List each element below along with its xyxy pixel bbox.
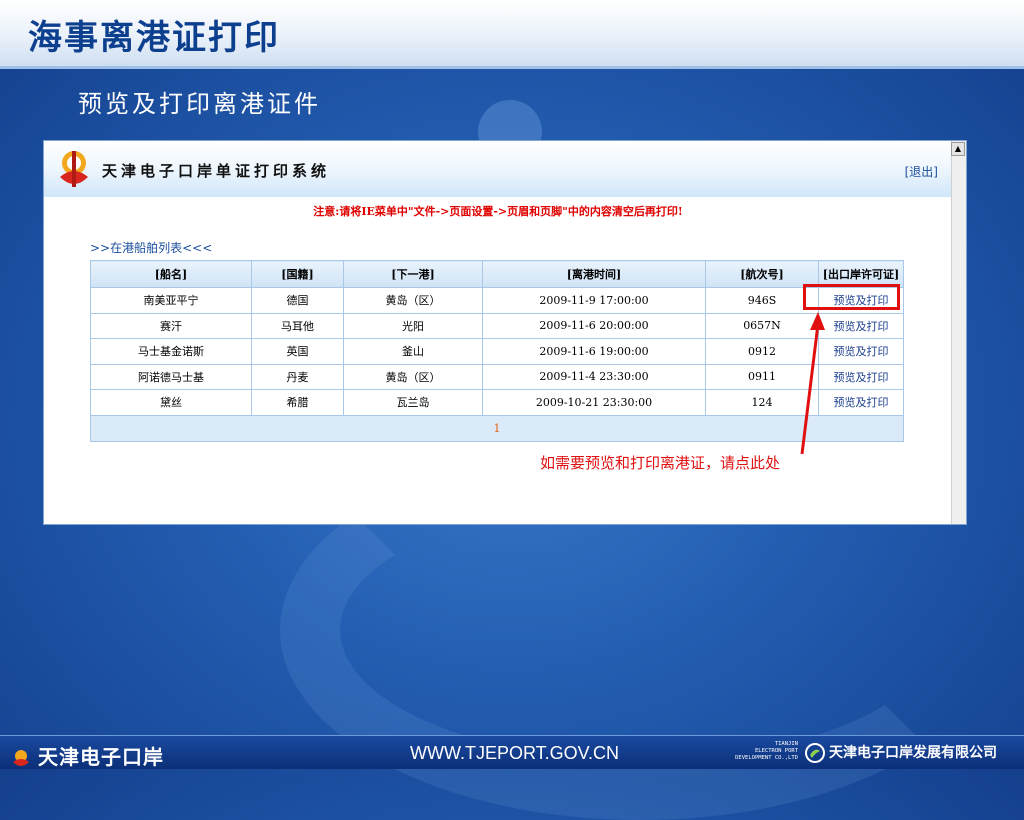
table-header-row: [船名] [国籍] [下一港] [离港时间] [航次号] [出口岸许可证] (90, 260, 904, 288)
tianjin-eport-logo-icon (60, 151, 88, 187)
footer-brand: 天津电子口岸 (10, 741, 164, 770)
cell-permit: 预览及打印 (818, 312, 904, 339)
cell-nationality: 马耳他 (251, 312, 344, 339)
table-row: 阿诺德马士基 丹麦 黄岛（区） 2009-11-4 23:30:00 0911 … (90, 363, 904, 390)
cell-permit: 预览及打印 (818, 338, 904, 365)
cell-next-port: 釜山 (343, 338, 483, 365)
table-row: 南美亚平宁 德国 黄岛（区） 2009-11-9 17:00:00 946S 预… (90, 287, 904, 314)
footer-brand-text: 天津电子口岸 (38, 745, 164, 769)
app-header: 天津电子口岸单证打印系统 [退出] (44, 141, 952, 197)
footer-english-name: TIANJIN ELECTRON PORT DEVELOPMENT CO.,LT… (732, 741, 798, 762)
cell-departure-time: 2009-11-6 19:00:00 (482, 338, 706, 365)
highlight-box (803, 284, 900, 310)
red-arrow-icon (800, 312, 825, 455)
slide-title: 海事离港证打印 (28, 18, 280, 58)
cell-next-port: 黄岛（区） (343, 363, 483, 390)
print-notice: 注意:请将IE菜单中"文件->页面设置->页眉和页脚"中的内容清空后再打印! (313, 205, 683, 218)
cell-next-port: 黄岛（区） (343, 287, 483, 314)
ship-table: [船名] [国籍] [下一港] [离港时间] [航次号] [出口岸许可证] 南美… (90, 260, 904, 442)
pagination-row: 1 (90, 414, 904, 442)
ship-list-title: >>在港船舶列表<<< (90, 241, 213, 255)
column-header-next-port[interactable]: [下一港] (343, 260, 483, 288)
cell-ship-name: 马士基金诺斯 (90, 338, 252, 365)
slide-title-bar: 海事离港证打印 (0, 0, 1024, 69)
app-title: 天津电子口岸单证打印系统 (102, 162, 331, 180)
cell-permit: 预览及打印 (818, 389, 904, 416)
annotation-callout: 如需要预览和打印离港证，请点此处 (538, 452, 783, 473)
footer-english-line: TIANJIN (774, 741, 798, 747)
cell-departure-time: 2009-11-4 23:30:00 (482, 363, 706, 390)
scroll-up-arrow-icon[interactable]: ▲ (951, 142, 965, 156)
table-row: 赛汗 马耳他 光阳 2009-11-6 20:00:00 0657N 预览及打印 (90, 312, 904, 339)
cell-nationality: 希腊 (251, 389, 344, 416)
table-row: 黛丝 希腊 瓦兰岛 2009-10-21 23:30:00 124 预览及打印 (90, 389, 904, 416)
column-header-voyage-number[interactable]: [航次号] (705, 260, 819, 288)
logout-link[interactable]: [退出] (905, 163, 938, 180)
page-number-link[interactable]: 1 (90, 414, 904, 442)
cell-departure-time: 2009-11-6 20:00:00 (482, 312, 706, 339)
cell-next-port: 光阳 (343, 312, 483, 339)
footer-english-line: ELECTRON PORT (754, 748, 798, 754)
footer-company-text: 天津电子口岸发展有限公司 (829, 745, 997, 761)
column-header-ship-name[interactable]: [船名] (90, 260, 252, 288)
table-row: 马士基金诺斯 英国 釜山 2009-11-6 19:00:00 0912 预览及… (90, 338, 904, 365)
footer-company: 天津电子口岸发展有限公司 (805, 742, 997, 763)
cell-ship-name: 南美亚平宁 (90, 287, 252, 314)
company-logo-icon (805, 743, 825, 763)
column-header-nationality[interactable]: [国籍] (251, 260, 344, 288)
cell-ship-name: 赛汗 (90, 312, 252, 339)
slide-subtitle: 预览及打印离港证件 (78, 90, 321, 118)
preview-print-link[interactable]: 预览及打印 (834, 345, 889, 358)
cell-ship-name: 黛丝 (90, 389, 252, 416)
scrollbar[interactable]: ▲ (951, 141, 966, 524)
footer-url[interactable]: WWW.TJEPORT.GOV.CN (410, 743, 619, 764)
preview-print-link[interactable]: 预览及打印 (834, 320, 889, 333)
cell-permit: 预览及打印 (818, 363, 904, 390)
cell-nationality: 德国 (251, 287, 344, 314)
preview-print-link[interactable]: 预览及打印 (834, 371, 889, 384)
cell-ship-name: 阿诺德马士基 (90, 363, 252, 390)
tianjin-eport-logo-icon (13, 749, 29, 766)
cell-next-port: 瓦兰岛 (343, 389, 483, 416)
cell-departure-time: 2009-10-21 23:30:00 (482, 389, 706, 416)
footer-bar: 天津电子口岸 WWW.TJEPORT.GOV.CN TIANJIN ELECTR… (0, 735, 1024, 769)
footer-english-line: DEVELOPMENT CO.,LTD (735, 755, 798, 761)
preview-print-link[interactable]: 预览及打印 (834, 396, 889, 409)
column-header-departure-time[interactable]: [离港时间] (482, 260, 706, 288)
cell-departure-time: 2009-11-9 17:00:00 (482, 287, 706, 314)
cell-nationality: 丹麦 (251, 363, 344, 390)
cell-nationality: 英国 (251, 338, 344, 365)
